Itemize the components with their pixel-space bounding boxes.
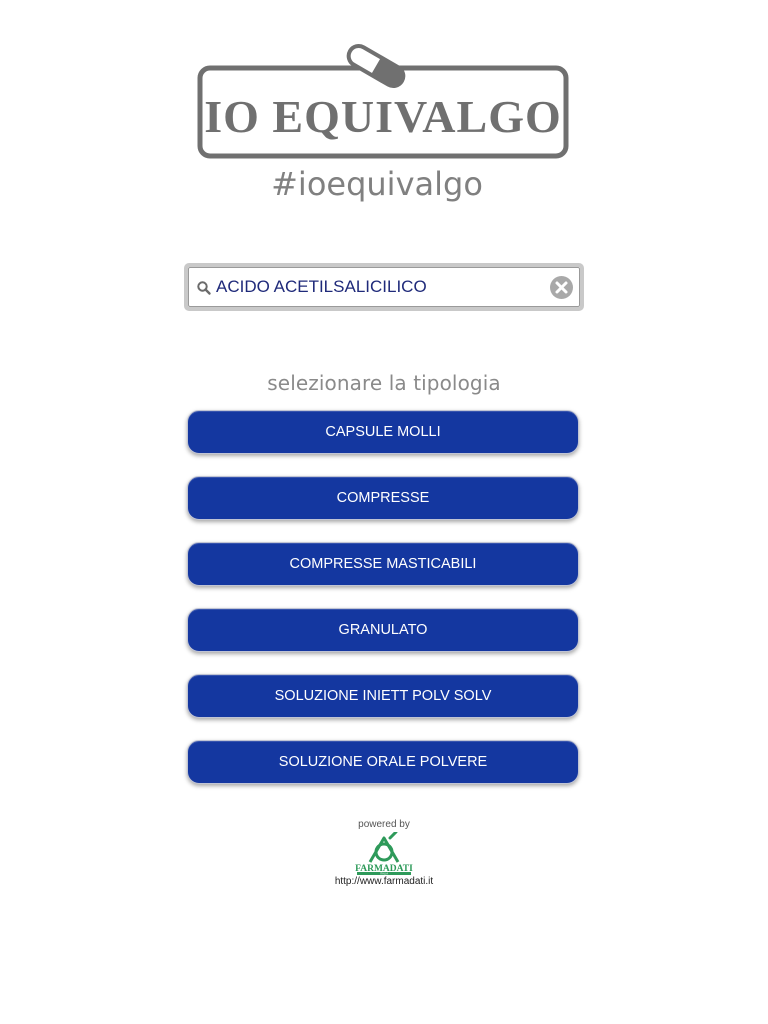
logo-hashtag: #ioequivalgo — [271, 165, 483, 203]
type-list: CAPSULE MOLLI COMPRESSE COMPRESSE MASTIC… — [187, 410, 581, 806]
search-input[interactable] — [216, 274, 536, 300]
search-field[interactable] — [184, 263, 584, 311]
type-button-soluzione-orale-polvere[interactable]: SOLUZIONE ORALE POLVERE — [187, 740, 579, 784]
app-logo: IO EQUIVALGO #ioequivalgo — [196, 40, 572, 210]
type-button-soluzione-iniett-polv-solv[interactable]: SOLUZIONE INIETT POLV SOLV — [187, 674, 579, 718]
footer: powered by FARMADATI ITALIA http://www.f… — [0, 819, 768, 887]
type-button-compresse-masticabili[interactable]: COMPRESSE MASTICABILI — [187, 542, 579, 586]
type-button-capsule-molli[interactable]: CAPSULE MOLLI — [187, 410, 579, 454]
pill-capsule-icon — [346, 44, 406, 88]
mortar-pestle-icon — [368, 832, 400, 863]
farmadati-brand-sub: ITALIA — [380, 872, 388, 876]
clear-circle-icon[interactable] — [549, 275, 574, 300]
farmadati-link[interactable]: http://www.farmadati.it — [0, 876, 768, 887]
farmadati-logo[interactable]: FARMADATI ITALIA — [354, 832, 414, 876]
type-prompt: selezionare la tipologia — [267, 371, 501, 395]
powered-by-label: powered by — [358, 819, 410, 830]
type-button-compresse[interactable]: COMPRESSE — [187, 476, 579, 520]
search-icon — [197, 281, 211, 295]
logo-title: IO EQUIVALGO — [204, 91, 562, 142]
type-button-granulato[interactable]: GRANULATO — [187, 608, 579, 652]
io-equivalgo-logo: IO EQUIVALGO #ioequivalgo — [197, 44, 569, 203]
